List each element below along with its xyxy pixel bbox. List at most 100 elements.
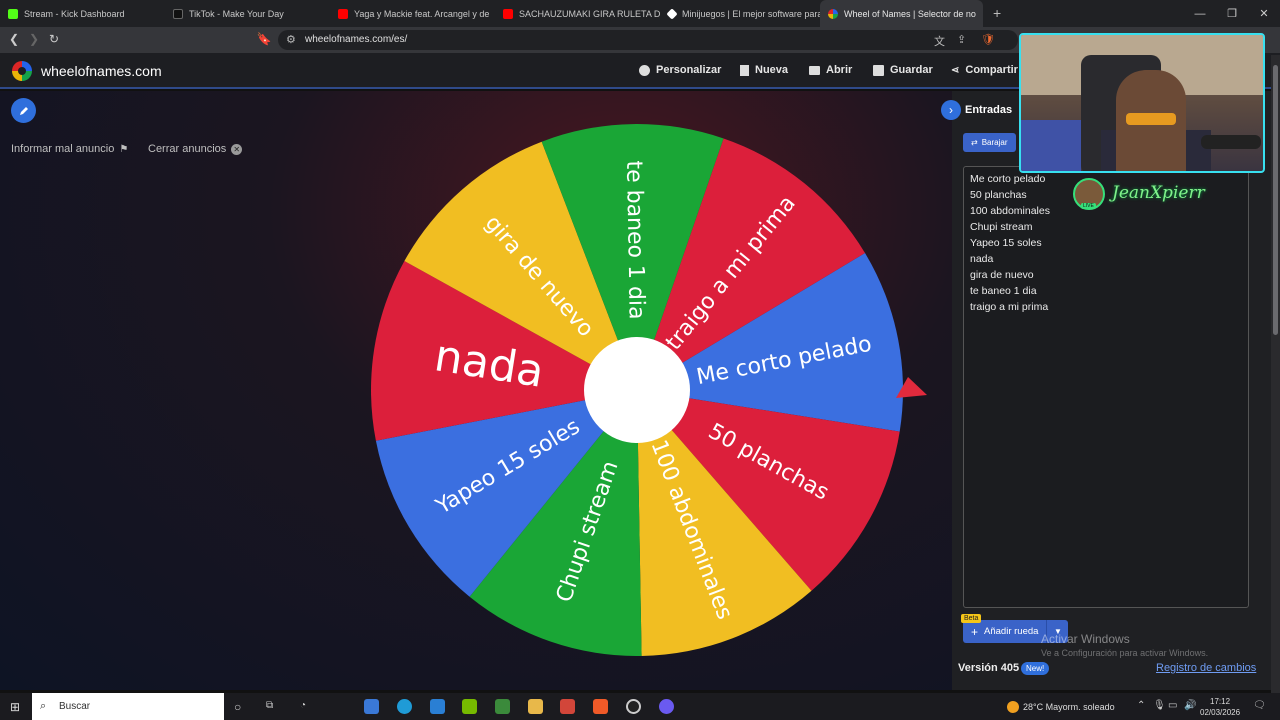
close-ads-link[interactable]: Cerrar anuncios ✕ bbox=[148, 143, 243, 155]
share-page-icon[interactable]: ⇪ bbox=[957, 33, 966, 46]
file-explorer-icon[interactable] bbox=[528, 699, 543, 714]
youtube-icon bbox=[503, 8, 513, 19]
streamer-name: JeanXpierr bbox=[1112, 183, 1205, 203]
game-icon[interactable] bbox=[495, 699, 510, 714]
activate-windows-subtitle: Ve a Configuración para activar Windows. bbox=[1041, 648, 1209, 658]
close-ads-label: Cerrar anuncios bbox=[148, 143, 227, 155]
wheel[interactable]: Me corto pelado50 planchas100 abdominale… bbox=[360, 115, 940, 675]
folder-icon bbox=[809, 65, 820, 75]
bookmark-icon[interactable]: 🔖 bbox=[256, 32, 272, 46]
tab-minijuegos[interactable]: Minijuegos | El mejor software para bbox=[660, 0, 820, 27]
tab-title: Minijuegos | El mejor software para bbox=[682, 8, 820, 19]
taskbar-search-placeholder[interactable]: Buscar bbox=[59, 701, 90, 712]
search-icon: ⌕ bbox=[40, 700, 47, 712]
tab-tiktok[interactable]: TikTok - Make Your Day bbox=[165, 0, 330, 27]
tab-wheel-of-names[interactable]: Wheel of Names | Selector de no ✕ bbox=[820, 0, 983, 27]
floppy-disk-icon bbox=[873, 64, 884, 76]
version-label: Versión 405 bbox=[958, 662, 1020, 674]
entry-line: Chupi stream bbox=[970, 221, 1033, 233]
cortana-icon[interactable]: ○ bbox=[234, 700, 241, 714]
tab-youtube-music[interactable]: Yaga y Mackie feat. Arcangel y de bbox=[330, 0, 495, 27]
mail-icon[interactable] bbox=[430, 699, 445, 714]
new-button[interactable]: Nueva bbox=[740, 64, 788, 76]
beta-badge: Beta bbox=[961, 614, 982, 623]
tab-title: TikTok - Make Your Day bbox=[189, 8, 284, 19]
nvidia-icon[interactable] bbox=[462, 699, 477, 714]
customize-button[interactable]: Personalizar bbox=[639, 64, 721, 76]
clock-time: 17:12 bbox=[1210, 697, 1231, 706]
windows-start-icon[interactable]: ⊞ bbox=[10, 700, 20, 714]
wheel-favicon-icon bbox=[828, 8, 838, 19]
entry-line: traigo a mi prima bbox=[970, 301, 1049, 313]
tab-title: SACHAUZUMAKI GIRA RULETA DE S bbox=[519, 8, 660, 19]
live-badge: LIVE bbox=[1081, 203, 1096, 209]
clock[interactable]: 17:12 02/03/2026 bbox=[1200, 696, 1240, 718]
report-ad-label: Informar mal anuncio bbox=[11, 143, 115, 155]
share-button[interactable]: ⋖ Compartir bbox=[951, 64, 1018, 76]
sun-icon bbox=[1007, 701, 1019, 713]
scrollbar-thumb[interactable] bbox=[1273, 65, 1278, 335]
changelog-link[interactable]: Registro de cambios bbox=[1156, 662, 1256, 674]
weather-widget[interactable]: 28°C Mayorm. soleado bbox=[1007, 701, 1115, 713]
wheel-segment-label: te baneo 1 dia bbox=[621, 160, 649, 320]
close-window-icon[interactable]: ✕ bbox=[1248, 0, 1280, 27]
site-info-icon[interactable]: ⚙ bbox=[286, 33, 296, 46]
edge-icon[interactable] bbox=[397, 699, 412, 714]
webcam-blanket bbox=[1021, 120, 1081, 171]
edit-button[interactable] bbox=[11, 98, 36, 123]
entries-title[interactable]: Entradas bbox=[965, 104, 1012, 116]
save-button[interactable]: Guardar bbox=[873, 64, 933, 76]
reload-icon[interactable]: ↻ bbox=[46, 32, 62, 46]
new-tab-button[interactable]: + bbox=[993, 0, 1001, 27]
obs-icon[interactable] bbox=[626, 699, 641, 714]
sunglasses bbox=[1126, 113, 1176, 125]
tab-kick-dashboard[interactable]: Stream - Kick Dashboard bbox=[0, 0, 165, 27]
network-icon[interactable]: ▭ bbox=[1168, 700, 1177, 711]
open-label: Abrir bbox=[826, 64, 853, 76]
microphone-icon[interactable]: 🎙 bbox=[1153, 700, 1166, 711]
volume-icon[interactable]: 🔊 bbox=[1184, 700, 1196, 711]
new-badge: New! bbox=[1021, 662, 1050, 675]
windows-taskbar: ⊞ ⌕ Buscar ○ ⧉ ◔ 28°C Mayorm. soleado ⌃ … bbox=[0, 693, 1280, 720]
new-label: Nueva bbox=[755, 64, 789, 76]
entry-line: gira de nuevo bbox=[970, 269, 1034, 281]
shuffle-button[interactable]: ⇄ Barajar bbox=[963, 133, 1016, 152]
minimize-icon[interactable]: — bbox=[1184, 0, 1216, 27]
open-button[interactable]: Abrir bbox=[809, 64, 852, 76]
notifications-icon[interactable]: 🗨 bbox=[1253, 700, 1266, 711]
close-circle-icon: ✕ bbox=[231, 143, 243, 155]
wheel-center[interactable] bbox=[584, 337, 690, 443]
customize-label: Personalizar bbox=[656, 64, 722, 76]
tab-title: Yaga y Mackie feat. Arcangel y de bbox=[354, 8, 490, 19]
clock-date: 02/03/2026 bbox=[1200, 708, 1241, 717]
tray-chevron-icon[interactable]: ⌃ bbox=[1137, 700, 1145, 711]
save-label: Guardar bbox=[890, 64, 933, 76]
brave-shield-icon[interactable]: 🛡 bbox=[981, 33, 995, 46]
discord-icon[interactable] bbox=[659, 699, 674, 714]
shuffle-label: Barajar bbox=[981, 138, 1008, 147]
entry-line: 50 planchas bbox=[970, 189, 1027, 201]
window-controls: — ❐ ✕ bbox=[1184, 0, 1280, 27]
collapse-panel-icon[interactable]: › bbox=[941, 100, 961, 120]
add-wheel-label: Añadir rueda bbox=[984, 626, 1039, 637]
tab-youtube-sachauzumaki[interactable]: SACHAUZUMAKI GIRA RULETA DE S bbox=[495, 0, 660, 27]
entry-line: te baneo 1 dia bbox=[970, 285, 1037, 297]
minijuegos-icon bbox=[666, 7, 678, 20]
report-ad-link[interactable]: Informar mal anuncio ⚑ bbox=[11, 143, 128, 155]
entry-line: 100 abdominales bbox=[970, 205, 1050, 217]
translate-icon[interactable]: 文 bbox=[934, 33, 945, 49]
store-icon[interactable] bbox=[364, 699, 379, 714]
webcam-overlay bbox=[1019, 33, 1265, 173]
share-icon: ⋖ bbox=[951, 64, 960, 76]
wheel-logo-icon[interactable] bbox=[12, 61, 32, 81]
restore-icon[interactable]: ❐ bbox=[1216, 0, 1248, 27]
app-icon[interactable] bbox=[560, 699, 575, 714]
task-view-icon[interactable]: ⧉ bbox=[266, 700, 273, 711]
forward-icon[interactable]: ❯ bbox=[26, 32, 42, 46]
site-logo-text[interactable]: wheelofnames.com bbox=[41, 63, 162, 79]
speedometer-icon[interactable]: ◔ bbox=[300, 700, 306, 711]
brave-icon[interactable] bbox=[593, 699, 608, 714]
entry-line: nada bbox=[970, 253, 994, 265]
url-text[interactable]: wheelofnames.com/es/ bbox=[305, 34, 407, 45]
back-icon[interactable]: ❮ bbox=[6, 32, 22, 46]
